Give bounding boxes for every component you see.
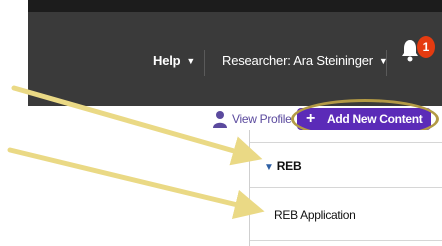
person-icon xyxy=(213,111,227,128)
add-content-dropdown: ▼ REB REB Application xyxy=(249,130,442,246)
dropdown-divider xyxy=(250,187,442,188)
triangle-down-icon: ▼ xyxy=(264,162,274,173)
add-new-content-label: Add New Content xyxy=(327,112,423,126)
chevron-down-icon: ▼ xyxy=(186,56,196,66)
researcher-menu-label: Researcher: Ara Steininger xyxy=(222,53,373,68)
plus-icon: + xyxy=(306,110,316,127)
dropdown-section-reb[interactable]: ▼ REB xyxy=(264,159,302,173)
nav-divider xyxy=(386,50,387,76)
dropdown-item-reb-application[interactable]: REB Application xyxy=(274,208,356,222)
help-menu-label: Help xyxy=(153,53,181,68)
researcher-menu[interactable]: Researcher: Ara Steininger ▼ xyxy=(222,53,388,68)
help-menu[interactable]: Help ▼ xyxy=(153,53,195,68)
dropdown-section-label: REB xyxy=(276,159,302,173)
top-navigation-bar: Help ▼ Researcher: Ara Steininger ▼ xyxy=(28,0,442,106)
add-new-content-button[interactable]: + Add New Content xyxy=(297,108,431,130)
annotation-arrow xyxy=(7,147,265,220)
nav-divider xyxy=(204,50,205,76)
dropdown-divider xyxy=(250,142,442,143)
view-profile-label: View Profile xyxy=(232,112,292,126)
notification-badge: 1 xyxy=(417,36,435,58)
dropdown-divider xyxy=(250,240,442,241)
